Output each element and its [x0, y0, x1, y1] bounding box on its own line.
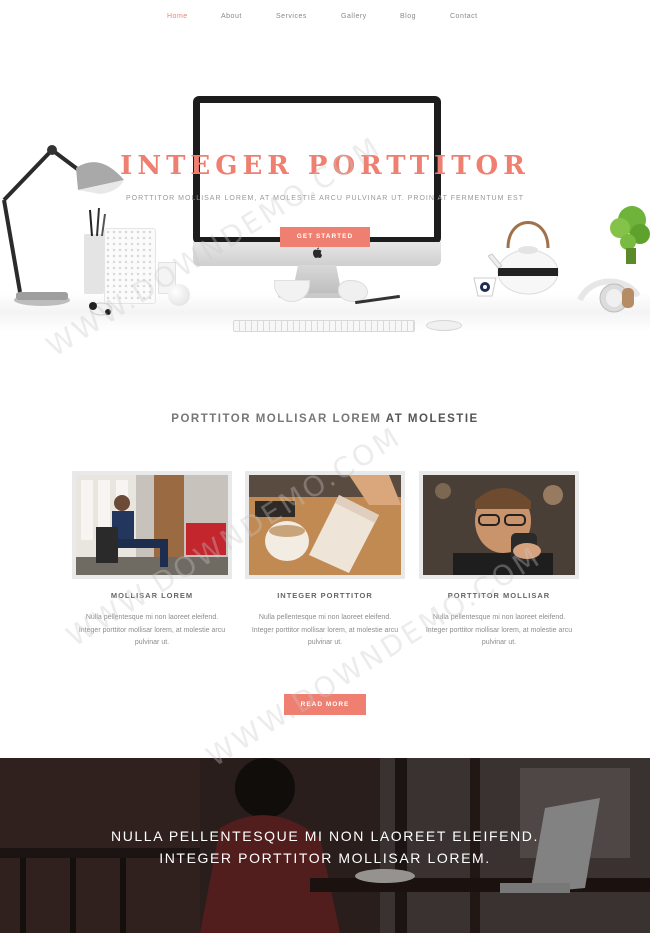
- feature-card-photo: [419, 471, 579, 579]
- hero-subtitle: PORTTITOR MOLLISAR LOREM, AT MOLESTIE AR…: [126, 195, 524, 202]
- cafe-banner: NULLA PELLENTESQUE MI NON LAOREET ELEIFE…: [0, 758, 650, 933]
- pen-holder-image: [84, 234, 104, 294]
- features-title-regular: PORTTITOR MOLLISAR LOREM: [171, 413, 386, 425]
- teacup-image: [473, 277, 497, 297]
- hero-title: INTEGER PORTTITOR: [120, 151, 530, 181]
- nav-item-about[interactable]: About: [221, 13, 242, 20]
- keyboard-image: [233, 320, 415, 332]
- get-started-button[interactable]: GET STARTED: [280, 227, 370, 247]
- banner-line-2: INTEGER PORTTITOR MOLLISAR LOREM.: [159, 850, 491, 866]
- teapot-image: [488, 221, 559, 295]
- nav-item-blog[interactable]: Blog: [400, 13, 416, 20]
- nav-item-contact[interactable]: Contact: [450, 13, 478, 20]
- banner-line-1: NULLA PELLENTESQUE MI NON LAOREET ELEIFE…: [111, 828, 539, 844]
- feature-card: INTEGER PORTTITOR Nulla pellentesque mi …: [245, 471, 405, 650]
- white-ball-image: [168, 284, 190, 306]
- feature-card-title: PORTTITOR MOLLISAR: [447, 591, 551, 600]
- feature-card-title: INTEGER PORTTITOR: [277, 591, 373, 600]
- feature-card-title: MOLLISAR LOREM: [110, 591, 194, 600]
- nav-item-services[interactable]: Services: [276, 13, 307, 20]
- feature-card: MOLLISAR LOREM Nulla pellentesque mi non…: [72, 471, 232, 650]
- feature-card-description: Nulla pellentesque mi non laoreet eleife…: [251, 614, 399, 646]
- features-title-bold: AT MOLESTIE: [385, 413, 479, 425]
- headphones-image: [577, 278, 641, 313]
- lantern-cup-image: [104, 228, 156, 304]
- crumpled-paper-image: [338, 280, 368, 302]
- features-section-title: PORTTITOR MOLLISAR LOREM AT MOLESTIE: [0, 413, 650, 425]
- nav-item-home[interactable]: Home: [167, 13, 188, 20]
- feature-card-photo: [245, 471, 405, 579]
- feature-card: PORTTITOR MOLLISAR Nulla pellentesque mi…: [419, 471, 579, 650]
- panda-figure-image: [89, 302, 113, 316]
- banner-text: NULLA PELLENTESQUE MI NON LAOREET ELEIFE…: [0, 825, 650, 869]
- feature-card-description: Nulla pellentesque mi non laoreet eleife…: [78, 614, 226, 646]
- businessman-photo-image: [76, 475, 228, 575]
- feature-card-photo: [72, 471, 232, 579]
- mouse-image: [426, 320, 462, 331]
- man-drinking-photo-image: [423, 475, 575, 575]
- top-nav: Home About Services Gallery Blog Contact: [0, 13, 650, 27]
- nav-item-gallery[interactable]: Gallery: [341, 13, 367, 20]
- feature-card-description: Nulla pellentesque mi non laoreet eleife…: [425, 614, 573, 646]
- coffee-notebook-photo-image: [249, 475, 401, 575]
- read-more-button[interactable]: READ MORE: [284, 694, 366, 715]
- plant-image: [610, 206, 650, 264]
- apple-logo-icon: [313, 247, 322, 258]
